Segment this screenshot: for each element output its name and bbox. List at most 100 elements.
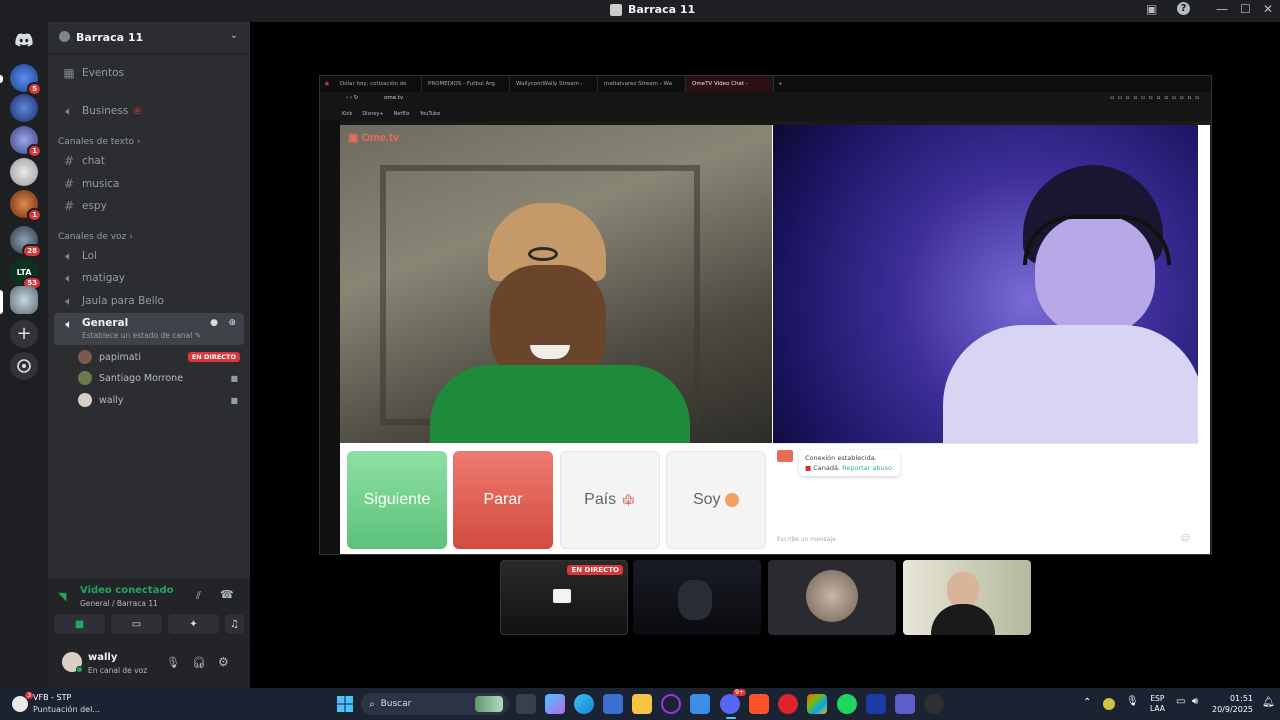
events-channel[interactable]: ▦ Eventos: [54, 62, 244, 84]
extensions-icon[interactable]: ▫▫▫▫▫▫▫▫▫▫▫▫: [1110, 95, 1203, 101]
voice-status[interactable]: Video conectado: [80, 585, 173, 596]
voice-channel-jaula[interactable]: 🔈︎ Jaula para Bello: [54, 290, 244, 312]
self-video: [773, 125, 1198, 443]
disconnect-icon[interactable]: ☎: [220, 588, 234, 601]
server-icon[interactable]: 5: [10, 64, 42, 96]
gender-button[interactable]: Soy: [666, 451, 766, 549]
new-tab-icon[interactable]: +: [778, 81, 783, 87]
notepad-icon[interactable]: [690, 694, 710, 714]
file-explorer-icon[interactable]: [632, 694, 652, 714]
channel-musica[interactable]: # musica: [54, 173, 244, 195]
maximize-button[interactable]: ☐: [1240, 2, 1251, 16]
browser-tab[interactable]: WallycomWally Stream -: [510, 76, 598, 92]
voice-channel-matigay[interactable]: 🔈︎ matigay: [54, 267, 244, 289]
video-tile[interactable]: [633, 560, 761, 635]
flag-canada-icon: ■: [805, 464, 812, 472]
voice-user[interactable]: Santiago Morrone ■: [78, 368, 244, 388]
tray-app-icon[interactable]: [1103, 698, 1115, 710]
app-icon[interactable]: [661, 694, 681, 714]
inbox-icon[interactable]: ▣: [1146, 2, 1157, 16]
brave-icon[interactable]: [749, 694, 769, 714]
tray-chevron-icon[interactable]: ⌃: [1083, 697, 1091, 708]
voice-location[interactable]: General / Barraca 11: [80, 599, 158, 608]
task-view-icon[interactable]: [516, 694, 536, 714]
store-icon[interactable]: [603, 694, 623, 714]
server-icon[interactable]: 1: [10, 126, 42, 158]
url-field[interactable]: ome.tv: [384, 95, 403, 101]
channel-espy[interactable]: # espy: [54, 195, 244, 217]
widget-subtitle[interactable]: Puntuación del...: [33, 705, 100, 714]
text-category[interactable]: Canales de texto ›: [58, 137, 140, 147]
stop-button[interactable]: Parar: [453, 451, 553, 549]
chat-bubble-icon[interactable]: ●: [210, 318, 218, 328]
teams-icon[interactable]: [895, 694, 915, 714]
next-button[interactable]: Siguiente: [347, 451, 447, 549]
business-channel[interactable]: 🔈︎ Business ◎: [54, 100, 244, 122]
video-tile[interactable]: [903, 560, 1031, 635]
calendar-icon: ▦: [63, 66, 75, 80]
emoji-icon[interactable]: ☺: [1181, 534, 1190, 544]
edge-icon[interactable]: [574, 694, 594, 714]
browser-tab[interactable]: matialvarez Stream - Wa: [598, 76, 686, 92]
soundboard-button[interactable]: ♫: [225, 614, 244, 634]
volume-icon[interactable]: 🔊︎: [1192, 696, 1198, 707]
app-icon[interactable]: [866, 694, 886, 714]
mic-icon[interactable]: 🎙︎: [166, 656, 180, 669]
noise-suppression-icon[interactable]: ⫽: [196, 589, 201, 603]
weather-icon[interactable]: 3: [12, 692, 33, 712]
office-icon[interactable]: [807, 694, 827, 714]
channel-chat[interactable]: # chat: [54, 150, 244, 172]
report-link[interactable]: Reportar abuso.: [842, 464, 894, 472]
discord-home-icon[interactable]: [10, 26, 38, 54]
start-icon[interactable]: [337, 696, 353, 712]
voice-category[interactable]: Canales de voz ›: [58, 232, 133, 242]
video-tile[interactable]: [768, 560, 896, 635]
add-server-icon[interactable]: +: [10, 320, 38, 348]
country-button[interactable]: País 🍁︎: [560, 451, 660, 549]
server-header[interactable]: Barraca 11 ⌄: [48, 22, 250, 54]
network-icon[interactable]: ▭: [1176, 696, 1185, 707]
notifications-icon[interactable]: 🔔︎: [1262, 697, 1275, 708]
minimize-button[interactable]: —: [1216, 2, 1228, 16]
server-icon[interactable]: 28: [10, 226, 42, 258]
browser-tab[interactable]: Dólar hoy, cotización de: [334, 76, 422, 92]
chevron-down-icon[interactable]: ⌄: [230, 30, 238, 41]
screen-share-button[interactable]: ▭: [111, 614, 162, 634]
stream-view[interactable]: ◉ Dólar hoy, cotización de PROMEDIOS - F…: [319, 75, 1212, 555]
channel-status[interactable]: Establece un estado de canal ✎: [82, 331, 201, 340]
back-icon[interactable]: ‹ › ↻: [346, 95, 359, 101]
explore-icon[interactable]: [10, 352, 38, 380]
stream-tile[interactable]: EN DIRECTO: [500, 560, 628, 635]
browser-tab-active[interactable]: OmeTV Video Chat -: [686, 76, 774, 92]
help-icon[interactable]: ?: [1177, 2, 1190, 15]
search-box[interactable]: ⌕ Buscar: [361, 693, 509, 715]
voice-user[interactable]: wally ■: [78, 390, 244, 410]
message-input[interactable]: Escribe un mensaje: [777, 536, 836, 543]
activities-button[interactable]: ✦: [168, 614, 219, 634]
copilot-icon[interactable]: [545, 694, 565, 714]
opera-icon[interactable]: [778, 694, 798, 714]
voice-user[interactable]: papimati EN DIRECTO: [78, 347, 244, 367]
add-member-icon[interactable]: ⊕: [228, 318, 236, 328]
server-icon[interactable]: [10, 94, 38, 122]
language-indicator[interactable]: ESP LAA: [1150, 694, 1165, 714]
spotify-icon[interactable]: [837, 694, 857, 714]
discord-icon[interactable]: 9+: [720, 689, 746, 714]
chat-message: Conexión establecida. ■ Canadá. Reportar…: [799, 450, 900, 476]
server-icon-lta[interactable]: LTA 53: [10, 258, 42, 290]
obs-icon[interactable]: [924, 694, 944, 714]
voice-channel-lol[interactable]: 🔈︎ Lol: [54, 245, 244, 267]
browser-tab[interactable]: PROMEDIOS - Futbol Arg: [422, 76, 510, 92]
settings-icon[interactable]: ⚙: [218, 655, 229, 669]
server-icon[interactable]: 1: [10, 190, 42, 222]
clock[interactable]: 01:51 20/9/2025: [1212, 693, 1253, 715]
close-button[interactable]: ✕: [1263, 2, 1273, 16]
headphones-icon[interactable]: 🎧︎: [192, 656, 206, 669]
camera-button[interactable]: ■: [54, 614, 105, 634]
mic-tray-icon[interactable]: 🎙︎: [1126, 696, 1139, 707]
widget-title[interactable]: VFB - STP: [33, 693, 71, 702]
server-icon[interactable]: [10, 158, 38, 186]
server-icon-active[interactable]: [10, 286, 38, 314]
voice-channel-general[interactable]: 🔈︎ General Establece un estado de canal …: [54, 313, 244, 345]
browser-tabs: ◉ Dólar hoy, cotización de PROMEDIOS - F…: [320, 76, 1211, 92]
